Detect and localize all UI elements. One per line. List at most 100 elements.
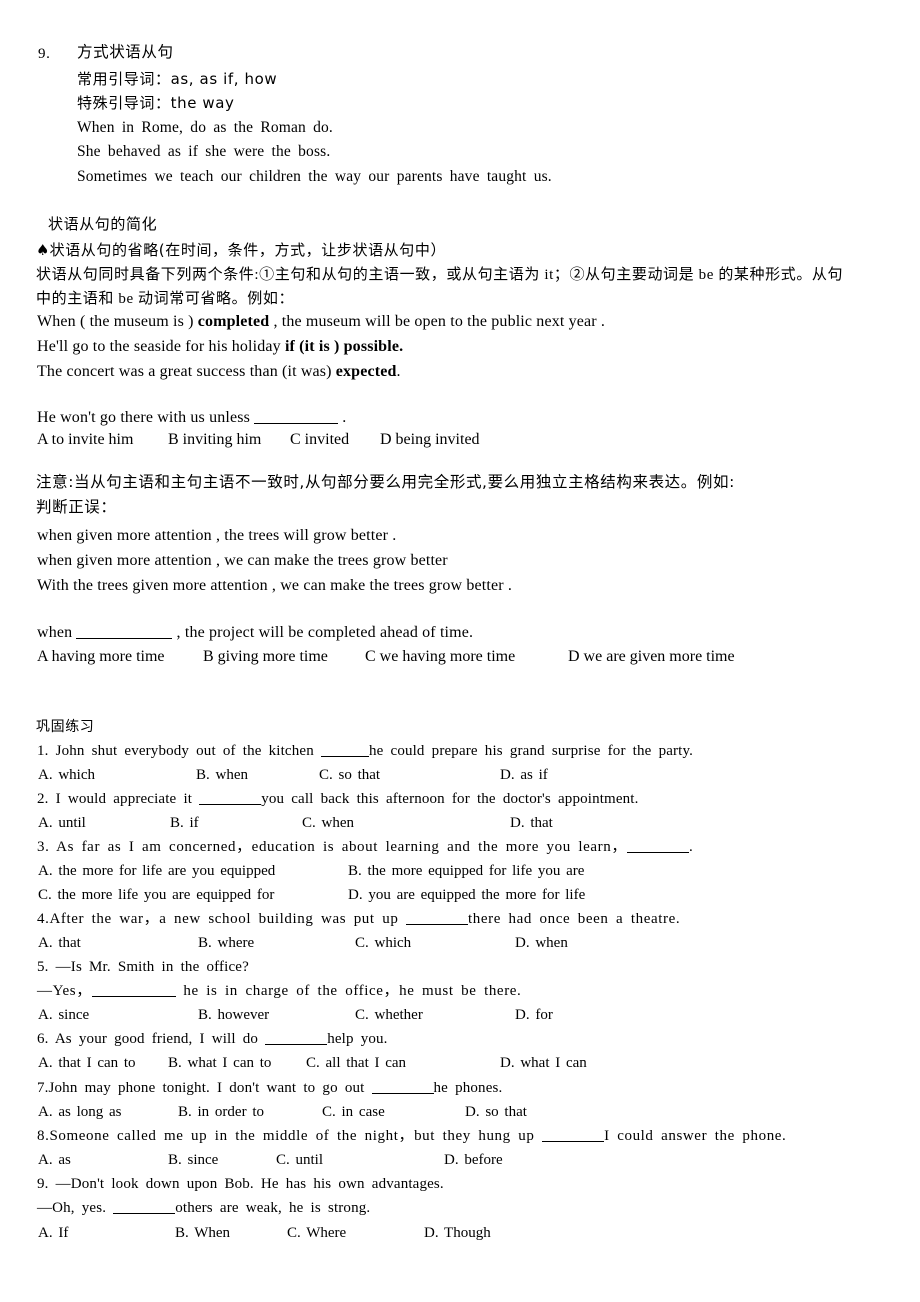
exercise-3-option-c[interactable]: C. the more life you are equipped for <box>38 888 274 903</box>
exercise-2-option-b[interactable]: B. if <box>170 816 199 831</box>
exercise-7-stem: 7.John may phone tonight. I don't want t… <box>37 1081 502 1096</box>
exercise-8-option-d[interactable]: D. before <box>444 1153 503 1168</box>
practice-q1-option-a[interactable]: A to invite him <box>37 432 133 448</box>
exercise-6-stem-post: help you. <box>327 1031 388 1047</box>
practice-q2-stem: when , the project will be completed ahe… <box>37 625 473 641</box>
practice-q1-option-d[interactable]: D being invited <box>380 432 480 448</box>
exercise-9-substem: —Oh, yes. others are weak, he is strong. <box>37 1201 370 1216</box>
exercise-2-stem-post: you call back this afternoon for the doc… <box>261 791 639 807</box>
intro-line-3: When in Rome, do as the Roman do. <box>77 119 333 136</box>
exercise-8-option-b[interactable]: B. since <box>168 1153 218 1168</box>
exercise-1-option-d[interactable]: D. as if <box>500 768 548 783</box>
exercise-6-stem: 6. As your good friend, I will do help y… <box>37 1032 388 1047</box>
exercise-5-stem: 5. —Is Mr. Smith in the office? <box>37 959 249 975</box>
simplification-bullet-heading: 状语从句的省略(在时间，条件，方式，让步状语从句中） <box>49 241 447 259</box>
exercise-4-option-c[interactable]: C. which <box>355 936 411 951</box>
exercise-5-option-d[interactable]: D. for <box>515 1008 553 1023</box>
practice-q2-option-a[interactable]: A having more time <box>37 649 165 665</box>
practice-q1-option-c[interactable]: C invited <box>290 432 349 448</box>
practice-q1-stem-post: . <box>338 409 347 426</box>
exercise-3-option-d[interactable]: D. you are equipped the more for life <box>348 888 585 903</box>
exercise-1-blank[interactable] <box>320 756 369 757</box>
exercise-4-stem: 4.After the war，a new school building wa… <box>37 912 680 927</box>
exercise-6-option-c[interactable]: C. all that I can <box>306 1056 406 1071</box>
exercise-1-option-c[interactable]: C. so that <box>319 768 380 783</box>
exercise-4-option-b[interactable]: B. where <box>198 936 254 951</box>
exercise-5-substem: —Yes， he is in charge of the office，he m… <box>37 984 521 999</box>
example-1-bold: completed <box>197 313 270 330</box>
practice-q2-stem-pre: when <box>37 624 77 641</box>
exercise-9-blank[interactable] <box>113 1213 176 1214</box>
exercise-8-blank[interactable] <box>542 1141 605 1142</box>
example-3-pre: The concert was a great success than (it… <box>37 363 336 380</box>
example-sentence-1: When ( the museum is ) completed , the m… <box>37 314 605 330</box>
exercise-2-option-c[interactable]: C. when <box>302 816 354 831</box>
exercise-9-option-b[interactable]: B. When <box>175 1226 230 1241</box>
exercise-8-option-c[interactable]: C. until <box>276 1153 323 1168</box>
exercise-7-option-c[interactable]: C. in case <box>322 1105 385 1120</box>
exercise-8-option-a[interactable]: A. as <box>38 1153 71 1168</box>
exercise-5-substem-pre: —Yes， <box>37 983 92 999</box>
exercise-9-option-a[interactable]: A. If <box>38 1226 68 1241</box>
exercise-5-option-b[interactable]: B. however <box>198 1008 269 1023</box>
exercise-5-option-a[interactable]: A. since <box>38 1008 89 1023</box>
exercise-4-stem-post: there had once been a theatre. <box>467 911 681 927</box>
example-1-pre: When ( the museum is ) <box>37 313 198 330</box>
exercise-7-stem-pre: 7.John may phone tonight. I don't want t… <box>37 1080 372 1096</box>
exercise-7-option-a[interactable]: A. as long as <box>38 1105 122 1120</box>
exercise-6-option-b[interactable]: B. what I can to <box>168 1056 271 1071</box>
exercise-7-blank[interactable] <box>371 1093 434 1094</box>
exercise-8-stem-pre: 8.Someone called me up in the middle of … <box>37 1128 543 1144</box>
note-line-2: 判断正误： <box>36 498 117 516</box>
practice-q1-stem-pre: He won't go there with us unless <box>37 409 255 426</box>
exercise-9-option-c[interactable]: C. Where <box>287 1226 346 1241</box>
section-title: 方式状语从句 <box>77 43 174 61</box>
exercise-2-option-a[interactable]: A. until <box>38 816 86 831</box>
document-page: 9. 方式状语从句 常用引导词：as, as if, how 特殊引导词：the… <box>0 0 920 1302</box>
practice-q2-option-c[interactable]: C we having more time <box>365 649 515 665</box>
exercise-7-option-b[interactable]: B. in order to <box>178 1105 264 1120</box>
practice-q2-option-b[interactable]: B giving more time <box>203 649 328 665</box>
section-number: 9. <box>38 46 51 62</box>
judge-line-2: when given more attention , we can make … <box>37 552 448 569</box>
intro-line-4: She behaved as if she were the boss. <box>77 143 331 160</box>
exercise-1-stem-pre: 1. John shut everybody out of the kitche… <box>37 743 321 759</box>
exercise-9-substem-post: others are weak, he is strong. <box>175 1200 371 1216</box>
exercise-3-stem-post: . <box>688 839 694 855</box>
exercise-8-stem: 8.Someone called me up in the middle of … <box>37 1129 786 1144</box>
spade-icon: ♠ <box>36 241 50 259</box>
exercise-3-option-b[interactable]: B. the more equipped for life you are <box>348 864 584 879</box>
exercise-2-stem-pre: 2. I would appreciate it <box>37 791 200 807</box>
exercise-4-option-a[interactable]: A. that <box>38 936 81 951</box>
exercise-6-option-a[interactable]: A. that I can to <box>38 1056 136 1071</box>
exercise-5-blank[interactable] <box>91 996 176 997</box>
exercise-1-option-b[interactable]: B. when <box>196 768 248 783</box>
practice-q2-blank[interactable] <box>76 638 173 639</box>
intro-line-2: 特殊引导词：the way <box>77 94 235 112</box>
exercises-heading: 巩固练习 <box>36 719 95 735</box>
practice-q1-option-b[interactable]: B inviting him <box>168 432 261 448</box>
exercise-3-option-a[interactable]: A. the more for life are you equipped <box>38 864 275 879</box>
exercise-6-option-d[interactable]: D. what I can <box>500 1056 587 1071</box>
simplification-rule-line-1: 状语从句同时具备下列两个条件:①主句和从句的主语一致，或从句主语为 it；②从句… <box>36 267 844 283</box>
exercise-7-option-d[interactable]: D. so that <box>465 1105 527 1120</box>
exercise-2-stem: 2. I would appreciate it you call back t… <box>37 792 639 807</box>
exercise-6-blank[interactable] <box>265 1044 328 1045</box>
exercise-5-option-c[interactable]: C. whether <box>355 1008 423 1023</box>
exercise-9-option-d[interactable]: D. Though <box>424 1226 491 1241</box>
exercise-2-blank[interactable] <box>199 804 262 805</box>
exercise-8-stem-post: I could answer the phone. <box>604 1128 787 1144</box>
exercise-4-blank[interactable] <box>405 924 468 925</box>
example-3-post: . <box>396 363 401 380</box>
exercise-2-option-d[interactable]: D. that <box>510 816 553 831</box>
exercise-5-substem-post: he is in charge of the office，he must be… <box>175 983 522 999</box>
practice-q1-blank[interactable] <box>254 423 339 424</box>
exercise-3-blank[interactable] <box>626 852 689 853</box>
exercise-4-option-d[interactable]: D. when <box>515 936 568 951</box>
intro-line-5: Sometimes we teach our children the way … <box>77 168 552 185</box>
practice-q1-stem: He won't go there with us unless . <box>37 410 346 426</box>
exercise-1-option-a[interactable]: A. which <box>38 768 95 783</box>
example-3-bold: expected <box>335 363 397 380</box>
practice-q2-option-d[interactable]: D we are given more time <box>568 649 735 665</box>
example-1-post: , the museum will be open to the public … <box>269 313 606 330</box>
